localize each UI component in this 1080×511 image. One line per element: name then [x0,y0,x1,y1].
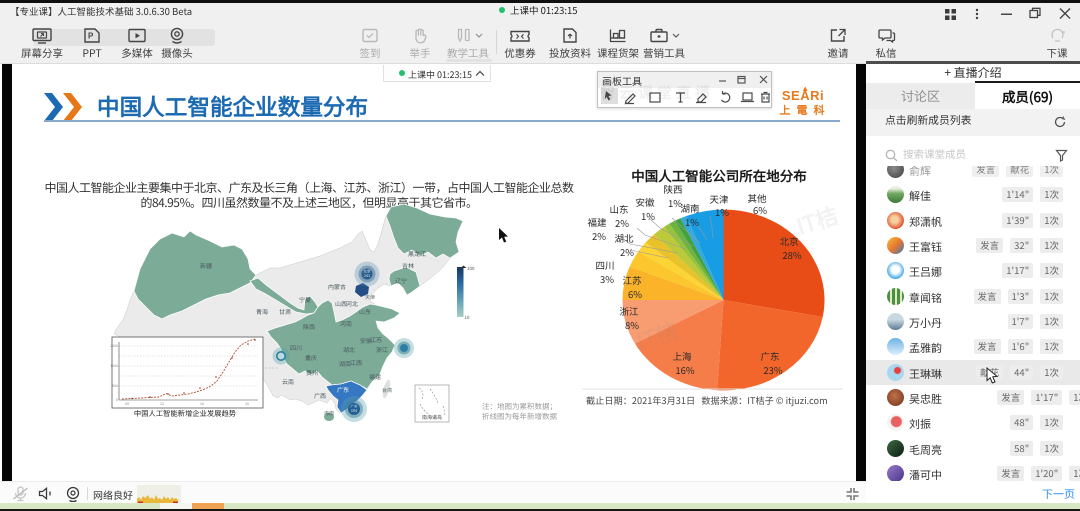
svg-text:折线图为每年新增数据: 折线图为每年新增数据 [482,411,557,422]
svg-text:陕西: 陕西 [663,182,682,196]
svg-text:陕西: 陕西 [303,322,315,331]
svg-text:海南: 海南 [324,410,334,417]
svg-text:云南: 云南 [282,377,294,386]
svg-text:台湾: 台湾 [382,387,392,394]
svg-text:28%: 28% [782,248,802,262]
svg-text:241: 241 [364,274,370,279]
svg-text:20: 20 [245,402,249,407]
svg-text:宁夏: 宁夏 [299,295,311,304]
svg-text:3%: 3% [600,272,614,286]
svg-text:江苏: 江苏 [370,335,382,344]
svg-text:山东: 山东 [609,202,628,216]
svg-text:河南: 河南 [340,319,352,328]
svg-text:10: 10 [465,315,470,321]
svg-text:河北: 河北 [346,299,358,308]
svg-text:1%: 1% [685,215,699,229]
svg-text:中国人工智能公司所在地分布: 中国人工智能公司所在地分布 [631,165,807,185]
svg-text:P: P [88,32,94,41]
svg-text:1000: 1000 [110,364,118,369]
svg-text:6%: 6% [628,287,642,301]
svg-text:2%: 2% [620,245,634,259]
svg-text:福建: 福建 [587,215,607,229]
svg-text:中国人工智能新增企业发展趋势: 中国人工智能新增企业发展趋势 [134,409,237,419]
svg-text:2%: 2% [615,216,629,230]
svg-text:内蒙古: 内蒙古 [328,282,346,291]
svg-text:吉林: 吉林 [402,261,414,270]
svg-text:浙江: 浙江 [619,304,639,318]
svg-text:08: 08 [125,402,129,407]
svg-text:四川: 四川 [595,258,614,272]
svg-text:12: 12 [160,402,164,407]
svg-text:南海诸岛: 南海诸岛 [422,414,442,421]
svg-text:黑龙江: 黑龙江 [408,249,426,258]
svg-text:湖北: 湖北 [343,345,355,354]
svg-text:23%: 23% [763,363,783,377]
svg-text:江西: 江西 [350,358,362,367]
svg-text:广东: 广东 [337,385,349,394]
svg-text:截止日期：2021年3月31日 数据来源：IT桔子 ©: 截止日期：2021年3月31日 数据来源：IT桔子 © itjuzi.com [586,393,828,407]
svg-text:100: 100 [467,266,475,272]
svg-text:江苏: 江苏 [622,273,642,287]
svg-text:16%: 16% [675,363,695,377]
svg-text:贵州: 贵州 [306,368,318,377]
svg-text:甘肃: 甘肃 [279,307,291,316]
svg-text:北京: 北京 [779,234,798,248]
svg-text:辽宁: 辽宁 [395,276,407,285]
svg-text:2%: 2% [592,229,606,243]
svg-text:广西: 广西 [314,391,326,400]
svg-text:天津: 天津 [365,294,375,301]
svg-text:重庆: 重庆 [305,353,317,362]
svg-text:四川: 四川 [290,343,302,352]
svg-text:0: 0 [116,398,118,403]
svg-text:湖南: 湖南 [680,201,699,215]
svg-text:安徽: 安徽 [635,195,655,209]
svg-text:1%: 1% [715,205,729,219]
svg-text:浙江: 浙江 [376,345,388,354]
svg-text:福建: 福建 [369,372,381,381]
svg-text:500: 500 [112,384,118,389]
svg-text:154: 154 [351,409,357,414]
svg-text:山东: 山东 [359,307,371,316]
svg-text:1%: 1% [641,209,655,223]
svg-text:青海: 青海 [256,307,268,316]
svg-text:湖北: 湖北 [614,231,634,245]
svg-text:6%: 6% [753,203,767,217]
svg-text:IT桔: IT桔 [792,198,841,241]
svg-text:上海: 上海 [672,349,692,363]
svg-text:广东: 广东 [760,349,779,363]
svg-text:2000: 2000 [110,344,118,349]
svg-text:16: 16 [200,402,204,407]
svg-text:新疆: 新疆 [200,261,212,270]
svg-text:天津: 天津 [709,192,729,206]
